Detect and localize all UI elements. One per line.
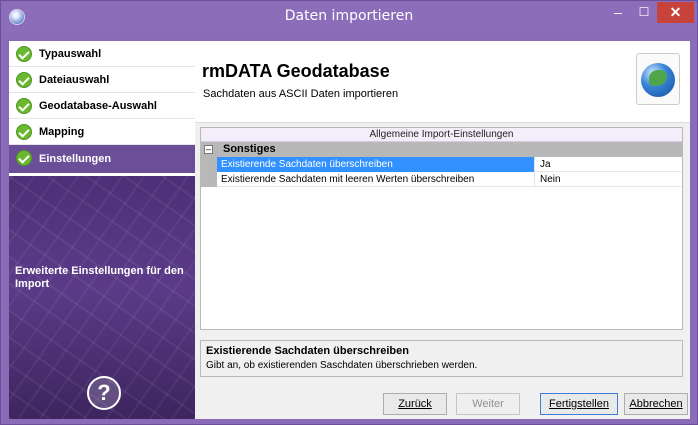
property-value[interactable]: Ja bbox=[535, 157, 682, 172]
collapse-icon[interactable]: – bbox=[204, 145, 213, 154]
property-row[interactable]: Existierende Sachdaten mit leeren Werten… bbox=[201, 172, 682, 187]
check-icon bbox=[16, 72, 32, 88]
step-label: Dateiauswahl bbox=[39, 74, 110, 86]
check-icon bbox=[16, 124, 32, 140]
property-grid: Allgemeine Import-Einstellungen – Sonsti… bbox=[200, 127, 683, 330]
page-header: rmDATA Geodatabase Sachdaten aus ASCII D… bbox=[195, 41, 690, 123]
property-description: Existierende Sachdaten überschreiben Gib… bbox=[200, 340, 683, 377]
row-gutter bbox=[201, 157, 217, 172]
property-description-text: Gibt an, ob existierenden Saschdaten übe… bbox=[206, 360, 478, 371]
cancel-button-label: Abbrechen bbox=[629, 398, 683, 410]
close-button[interactable]: ✕ bbox=[657, 2, 694, 23]
property-row[interactable]: Existierende Sachdaten überschreiben Ja bbox=[201, 157, 682, 172]
back-button-label: Zurück bbox=[398, 398, 432, 410]
check-icon bbox=[16, 150, 32, 166]
finish-button[interactable]: Fertigstellen bbox=[540, 393, 618, 415]
property-grid-body: – Sonstiges Existierende Sachdaten übers… bbox=[201, 142, 682, 187]
wizard-sidebar: Typauswahl Dateiauswahl Geodatabase-Ausw… bbox=[9, 41, 195, 419]
cancel-button[interactable]: Abbrechen bbox=[624, 393, 688, 415]
step-dateiauswahl[interactable]: Dateiauswahl bbox=[9, 67, 195, 93]
page-title: rmDATA Geodatabase bbox=[202, 61, 390, 81]
finish-button-label: Fertigstellen bbox=[549, 398, 609, 410]
property-value[interactable]: Nein bbox=[535, 172, 682, 187]
globe-icon bbox=[636, 53, 680, 105]
step-label: Typauswahl bbox=[39, 48, 102, 60]
next-button-label: Weiter bbox=[472, 398, 504, 410]
main-panel: rmDATA Geodatabase Sachdaten aus ASCII D… bbox=[195, 41, 690, 419]
row-gutter bbox=[201, 172, 217, 187]
step-mapping[interactable]: Mapping bbox=[9, 119, 195, 145]
window-title: Daten importieren bbox=[284, 8, 414, 24]
minimize-button[interactable]: – bbox=[605, 3, 631, 23]
next-button[interactable]: Weiter bbox=[456, 393, 520, 415]
step-einstellungen[interactable]: Einstellungen bbox=[9, 145, 195, 173]
step-label: Einstellungen bbox=[39, 153, 112, 165]
property-name: Existierende Sachdaten überschreiben bbox=[217, 157, 535, 172]
step-typauswahl[interactable]: Typauswahl bbox=[9, 41, 195, 67]
wizard-steps: Typauswahl Dateiauswahl Geodatabase-Ausw… bbox=[9, 41, 195, 176]
step-label: Geodatabase-Auswahl bbox=[39, 100, 157, 112]
step-geodatabase-auswahl[interactable]: Geodatabase-Auswahl bbox=[9, 93, 195, 119]
sidebar-description: Erweiterte Einstellungen für den Import bbox=[15, 265, 184, 290]
category-row[interactable]: – Sonstiges bbox=[201, 142, 682, 157]
import-dialog-window: Daten importieren – ☐ ✕ Typauswahl Datei… bbox=[0, 0, 698, 425]
maximize-button[interactable]: ☐ bbox=[631, 3, 657, 23]
category-label: Sonstiges bbox=[223, 143, 276, 155]
property-name: Existierende Sachdaten mit leeren Werten… bbox=[217, 172, 535, 187]
dialog-content: Typauswahl Dateiauswahl Geodatabase-Ausw… bbox=[9, 41, 690, 419]
step-label: Mapping bbox=[39, 126, 85, 138]
check-icon bbox=[16, 98, 32, 114]
check-icon bbox=[16, 46, 32, 62]
title-bar: Daten importieren – ☐ ✕ bbox=[1, 1, 697, 33]
back-button[interactable]: Zurück bbox=[383, 393, 447, 415]
page-subtitle: Sachdaten aus ASCII Daten importieren bbox=[203, 88, 399, 100]
property-grid-caption: Allgemeine Import-Einstellungen bbox=[201, 128, 682, 142]
property-description-title: Existierende Sachdaten überschreiben bbox=[206, 345, 409, 357]
help-icon[interactable]: ? bbox=[87, 376, 121, 410]
